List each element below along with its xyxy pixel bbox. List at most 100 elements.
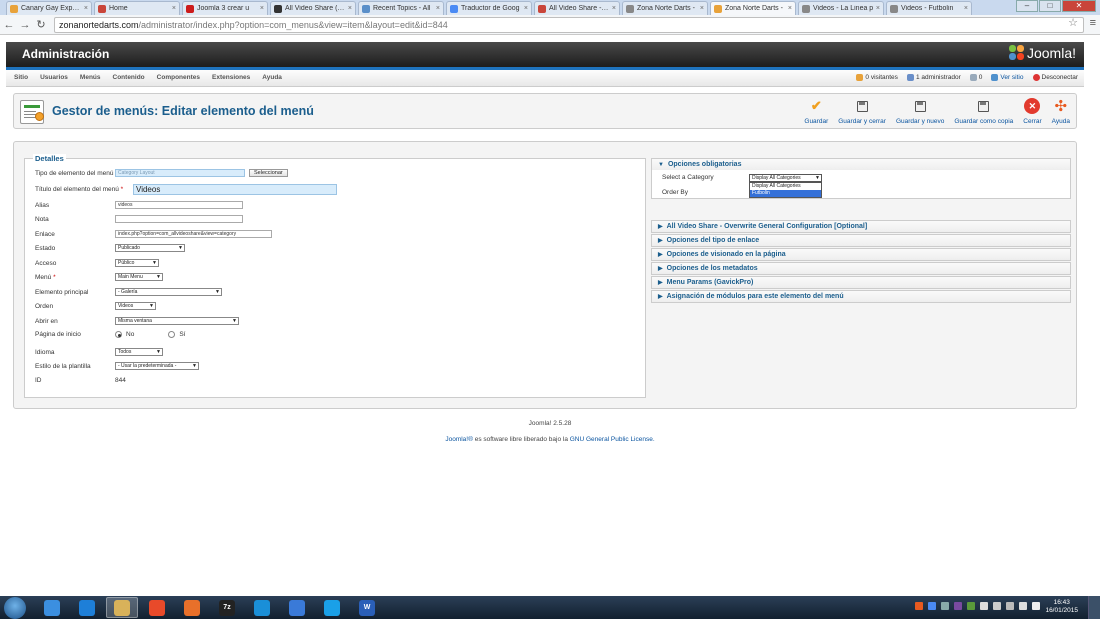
- tray-icon[interactable]: [928, 602, 936, 610]
- taskbar-app-button[interactable]: W: [351, 597, 383, 618]
- taskbar-app-button[interactable]: [176, 597, 208, 618]
- browser-tab[interactable]: All Video Share (1/5 ×: [270, 1, 356, 15]
- required-options-header[interactable]: ▼ Opciones obligatorias: [652, 159, 1070, 170]
- maximize-button[interactable]: □: [1039, 0, 1061, 12]
- tab-close-icon[interactable]: ×: [84, 5, 88, 12]
- admin-menu-item[interactable]: Menús: [80, 74, 101, 81]
- tab-close-icon[interactable]: ×: [260, 5, 264, 12]
- browser-tab[interactable]: Traductor de Goog ×: [446, 1, 532, 15]
- close-button[interactable]: ✕ Cerrar: [1023, 98, 1042, 125]
- admin-menu-item[interactable]: Contenido: [113, 74, 145, 81]
- collapsed-options-panel[interactable]: ▶ Menu Params (GavickPro): [651, 276, 1071, 289]
- view-site-link[interactable]: Ver sitio: [991, 74, 1024, 81]
- alias-input[interactable]: videos: [115, 201, 243, 209]
- browser-tab[interactable]: Zona Norte Darts - ×: [710, 1, 796, 15]
- browser-tab[interactable]: Videos - Futbolin ×: [886, 1, 972, 15]
- taskbar-app-button[interactable]: [71, 597, 103, 618]
- back-icon[interactable]: ←: [2, 19, 16, 31]
- save-copy-button[interactable]: Guardar como copia: [954, 98, 1013, 125]
- system-clock[interactable]: 16:43 16/01/2015: [1045, 599, 1078, 615]
- home-yes-radio[interactable]: Sí: [168, 331, 185, 338]
- panel-header[interactable]: ▶ Asignación de módulos para este element…: [652, 291, 1070, 302]
- panel-header[interactable]: ▶ All Video Share - Overwrite General Con…: [652, 221, 1070, 232]
- tray-icon[interactable]: [915, 602, 923, 610]
- bookmark-star-icon[interactable]: ☆: [1068, 16, 1078, 29]
- note-input[interactable]: [115, 215, 243, 223]
- tab-close-icon[interactable]: ×: [612, 5, 616, 12]
- collapsed-options-panel[interactable]: ▶ All Video Share - Overwrite General Con…: [651, 220, 1071, 233]
- flag-icon[interactable]: [1032, 602, 1040, 610]
- tab-close-icon[interactable]: ×: [876, 5, 880, 12]
- tray-icon[interactable]: [980, 602, 988, 610]
- panel-header[interactable]: ▶ Opciones de los metadatos: [652, 263, 1070, 274]
- taskbar-app-button[interactable]: 7z: [211, 597, 243, 618]
- state-select[interactable]: Publicado ▼: [115, 244, 185, 252]
- category-dropdown[interactable]: Display All Categories ▼ Display All Cate…: [749, 174, 822, 198]
- browser-tab[interactable]: All Video Share - Fo ×: [534, 1, 620, 15]
- save-close-button[interactable]: Guardar y cerrar: [838, 98, 886, 125]
- browser-tab[interactable]: Zona Norte Darts - ×: [622, 1, 708, 15]
- panel-header[interactable]: ▶ Opciones de visionado en la página: [652, 249, 1070, 260]
- joomla-link[interactable]: Joomla!®: [445, 436, 473, 443]
- panel-header[interactable]: ▶ Opciones del tipo de enlace: [652, 235, 1070, 246]
- taskbar-app-button[interactable]: [316, 597, 348, 618]
- tray-icon[interactable]: [993, 602, 1001, 610]
- tray-icon[interactable]: [954, 602, 962, 610]
- show-desktop-button[interactable]: [1088, 596, 1100, 619]
- save-button[interactable]: ✔ Guardar: [804, 98, 828, 125]
- forward-icon[interactable]: →: [18, 19, 32, 31]
- link-input[interactable]: index.php?option=com_allvideoshare&view=…: [115, 230, 272, 238]
- close-window-button[interactable]: ✕: [1062, 0, 1096, 12]
- logout-link[interactable]: Desconectar: [1032, 74, 1078, 81]
- messages-status[interactable]: 0: [969, 74, 982, 81]
- help-button[interactable]: ✣ Ayuda: [1052, 98, 1070, 125]
- category-option-highlighted[interactable]: Futbolin: [750, 190, 821, 197]
- browser-tab[interactable]: Videos - La Linea p ×: [798, 1, 884, 15]
- menu-select[interactable]: Main Menu ▼: [115, 273, 163, 281]
- access-select[interactable]: Público ▼: [115, 259, 159, 267]
- tray-icon[interactable]: [967, 602, 975, 610]
- collapsed-options-panel[interactable]: ▶ Opciones del tipo de enlace: [651, 234, 1071, 247]
- category-option[interactable]: Display All Categories: [750, 183, 821, 190]
- title-input[interactable]: Videos: [133, 184, 337, 195]
- save-new-button[interactable]: Guardar y nuevo: [896, 98, 944, 125]
- reload-icon[interactable]: ↻: [34, 18, 48, 31]
- browser-tab[interactable]: Joomla 3 crear u ×: [182, 1, 268, 15]
- home-no-radio[interactable]: No: [115, 331, 134, 338]
- template-style-select[interactable]: - Usar la predeterminada - ▼: [115, 362, 199, 370]
- open-in-select[interactable]: Misma ventana ▼: [115, 317, 239, 325]
- gpl-link[interactable]: GNU General Public License.: [570, 436, 655, 443]
- admin-menu-item[interactable]: Sitio: [14, 74, 28, 81]
- tab-close-icon[interactable]: ×: [348, 5, 352, 12]
- collapsed-options-panel[interactable]: ▶ Opciones de visionado en la página: [651, 248, 1071, 261]
- volume-icon[interactable]: [1019, 602, 1027, 610]
- taskbar-app-button[interactable]: [36, 597, 68, 618]
- taskbar-app-button[interactable]: [281, 597, 313, 618]
- tab-close-icon[interactable]: ×: [172, 5, 176, 12]
- language-select[interactable]: Todos ▼: [115, 348, 163, 356]
- address-bar[interactable]: zonanortedarts.com/administrator/index.p…: [54, 17, 1084, 33]
- taskbar-app-button[interactable]: [106, 597, 138, 618]
- network-icon[interactable]: [1006, 602, 1014, 610]
- tab-close-icon[interactable]: ×: [700, 5, 704, 12]
- tray-icon[interactable]: [941, 602, 949, 610]
- taskbar-app-button[interactable]: [246, 597, 278, 618]
- admin-menu-item[interactable]: Ayuda: [262, 74, 282, 81]
- order-select[interactable]: Videos ▼: [115, 302, 156, 310]
- tab-close-icon[interactable]: ×: [964, 5, 968, 12]
- tab-close-icon[interactable]: ×: [788, 5, 792, 12]
- browser-tab[interactable]: Recent Topics - All ×: [358, 1, 444, 15]
- parent-select[interactable]: - Galería ▼: [115, 288, 222, 296]
- browser-tab[interactable]: Canary Gay Experie ×: [6, 1, 92, 15]
- category-select[interactable]: Display All Categories ▼: [749, 174, 822, 182]
- admin-menu-item[interactable]: Extensiones: [212, 74, 250, 81]
- collapsed-options-panel[interactable]: ▶ Opciones de los metadatos: [651, 262, 1071, 275]
- collapsed-options-panel[interactable]: ▶ Asignación de módulos para este element…: [651, 290, 1071, 303]
- taskbar-app-button[interactable]: [141, 597, 173, 618]
- select-type-button[interactable]: Seleccionar: [249, 169, 288, 177]
- admin-menu-item[interactable]: Usuarios: [40, 74, 68, 81]
- panel-header[interactable]: ▶ Menu Params (GavickPro): [652, 277, 1070, 288]
- start-button[interactable]: [4, 597, 26, 619]
- minimize-button[interactable]: –: [1016, 0, 1038, 12]
- tab-close-icon[interactable]: ×: [436, 5, 440, 12]
